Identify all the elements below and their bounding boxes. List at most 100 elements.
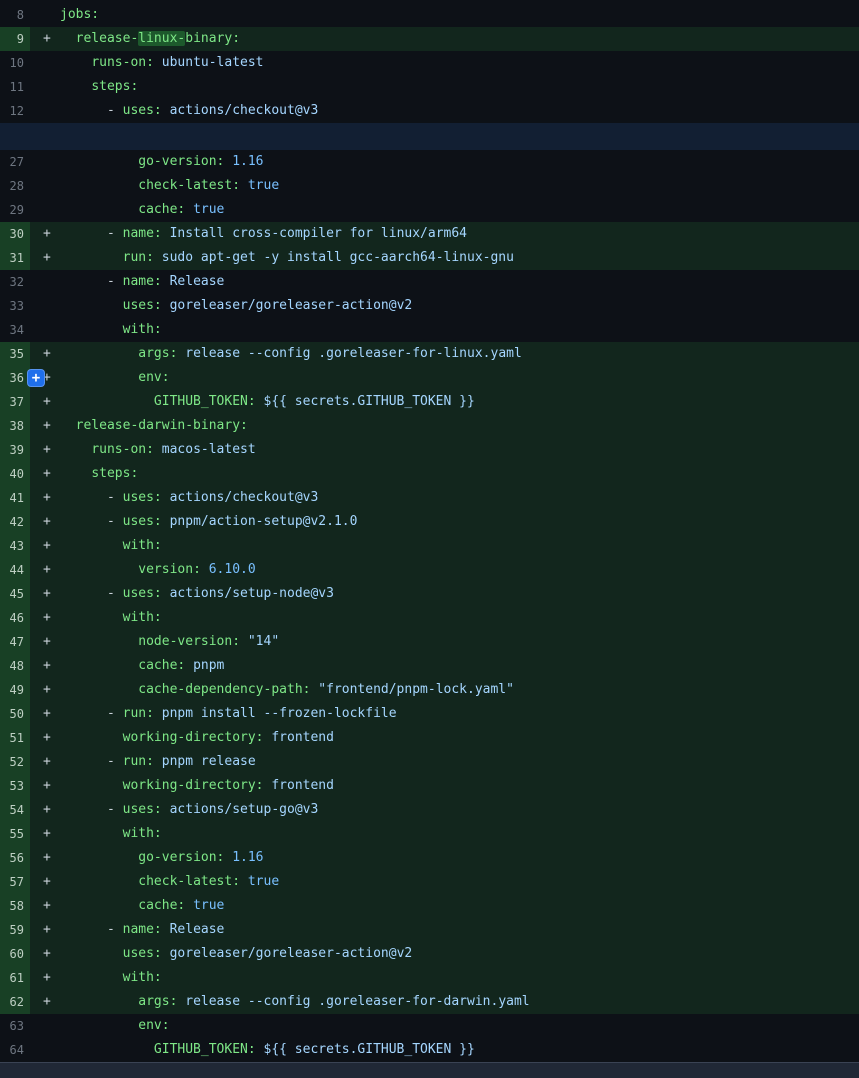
code-text: - uses: actions/checkout@v3 xyxy=(60,486,859,510)
code-text: check-latest: true xyxy=(60,870,859,894)
line-number[interactable]: 41 xyxy=(0,486,30,510)
code-text: with: xyxy=(60,966,859,990)
line-number[interactable]: 53 xyxy=(0,774,30,798)
line-number[interactable]: 60 xyxy=(0,942,30,966)
code-text: go-version: 1.16 xyxy=(60,846,859,870)
code-text: working-directory: frontend xyxy=(60,726,859,750)
added-line-marker: + xyxy=(30,27,60,51)
added-line-marker: + xyxy=(30,846,60,870)
line-number[interactable]: 33 xyxy=(0,294,30,318)
line-number[interactable]: 64 xyxy=(0,1038,30,1062)
line-number[interactable]: 61 xyxy=(0,966,30,990)
line-number[interactable]: 58 xyxy=(0,894,30,918)
diff-line-47: 47+ node-version: "14" xyxy=(0,630,859,654)
line-number[interactable]: 57 xyxy=(0,870,30,894)
diff-line-33: 33 uses: goreleaser/goreleaser-action@v2 xyxy=(0,294,859,318)
context-line-marker xyxy=(30,294,60,318)
line-number[interactable]: 35 xyxy=(0,342,30,366)
diff-line-41: 41+ - uses: actions/checkout@v3 xyxy=(0,486,859,510)
line-number[interactable]: 12 xyxy=(0,99,30,123)
context-line-marker xyxy=(30,3,60,27)
diff-line-44: 44+ version: 6.10.0 xyxy=(0,558,859,582)
diff-line-57: 57+ check-latest: true xyxy=(0,870,859,894)
line-number[interactable]: 52 xyxy=(0,750,30,774)
line-number[interactable]: 55 xyxy=(0,822,30,846)
context-line-marker xyxy=(30,270,60,294)
added-line-marker: + xyxy=(30,822,60,846)
line-number[interactable]: 27 xyxy=(0,150,30,174)
line-number[interactable]: 47 xyxy=(0,630,30,654)
added-line-marker: + xyxy=(30,894,60,918)
diff-view: 8jobs:9+ release-linux-binary:10 runs-on… xyxy=(0,0,859,1062)
diff-line-31: 31+ run: sudo apt-get -y install gcc-aar… xyxy=(0,246,859,270)
code-text: - uses: actions/checkout@v3 xyxy=(60,99,859,123)
line-number[interactable]: 8 xyxy=(0,3,30,27)
added-line-marker: + xyxy=(30,486,60,510)
line-number[interactable]: 36 xyxy=(0,366,30,390)
line-number[interactable]: 48 xyxy=(0,654,30,678)
added-line-marker: + xyxy=(30,870,60,894)
code-text: - uses: actions/setup-go@v3 xyxy=(60,798,859,822)
line-number[interactable]: 31 xyxy=(0,246,30,270)
code-text: run: sudo apt-get -y install gcc-aarch64… xyxy=(60,246,859,270)
diff-line-36: 36+ env:+ xyxy=(0,366,859,390)
line-number[interactable]: 44 xyxy=(0,558,30,582)
line-number[interactable]: 32 xyxy=(0,270,30,294)
diff-line-42: 42+ - uses: pnpm/action-setup@v2.1.0 xyxy=(0,510,859,534)
diff-line-27: 27 go-version: 1.16 xyxy=(0,150,859,174)
diff-line-32: 32 - name: Release xyxy=(0,270,859,294)
diff-line-58: 58+ cache: true xyxy=(0,894,859,918)
added-line-marker: + xyxy=(30,534,60,558)
line-number[interactable]: 45 xyxy=(0,582,30,606)
line-number[interactable]: 39 xyxy=(0,438,30,462)
added-line-marker: + xyxy=(30,222,60,246)
add-comment-button[interactable]: + xyxy=(27,369,45,387)
context-line-marker xyxy=(30,51,60,75)
diff-line-54: 54+ - uses: actions/setup-go@v3 xyxy=(0,798,859,822)
line-number[interactable]: 46 xyxy=(0,606,30,630)
line-number[interactable]: 59 xyxy=(0,918,30,942)
diff-line-50: 50+ - run: pnpm install --frozen-lockfil… xyxy=(0,702,859,726)
line-number[interactable]: 49 xyxy=(0,678,30,702)
line-number[interactable]: 40 xyxy=(0,462,30,486)
diff-line-37: 37+ GITHUB_TOKEN: ${{ secrets.GITHUB_TOK… xyxy=(0,390,859,414)
expand-hunk-band[interactable] xyxy=(0,123,859,150)
diff-line-62: 62+ args: release --config .goreleaser-f… xyxy=(0,990,859,1014)
code-text: version: 6.10.0 xyxy=(60,558,859,582)
line-number[interactable]: 29 xyxy=(0,198,30,222)
added-line-marker: + xyxy=(30,582,60,606)
line-number[interactable]: 43 xyxy=(0,534,30,558)
added-line-marker: + xyxy=(30,438,60,462)
line-number[interactable]: 42 xyxy=(0,510,30,534)
added-line-marker: + xyxy=(30,390,60,414)
added-line-marker: + xyxy=(30,726,60,750)
line-number[interactable]: 56 xyxy=(0,846,30,870)
line-number[interactable]: 62 xyxy=(0,990,30,1014)
code-text: node-version: "14" xyxy=(60,630,859,654)
code-text: GITHUB_TOKEN: ${{ secrets.GITHUB_TOKEN }… xyxy=(60,1038,859,1062)
line-number[interactable]: 9 xyxy=(0,27,30,51)
line-number[interactable]: 63 xyxy=(0,1014,30,1038)
line-number[interactable]: 50 xyxy=(0,702,30,726)
line-number[interactable]: 51 xyxy=(0,726,30,750)
line-number[interactable]: 37 xyxy=(0,390,30,414)
code-text: cache: true xyxy=(60,894,859,918)
line-number[interactable]: 30 xyxy=(0,222,30,246)
line-number[interactable]: 28 xyxy=(0,174,30,198)
diff-line-60: 60+ uses: goreleaser/goreleaser-action@v… xyxy=(0,942,859,966)
code-text: with: xyxy=(60,822,859,846)
code-text: - name: Release xyxy=(60,918,859,942)
code-text: steps: xyxy=(60,75,859,99)
diff-line-46: 46+ with: xyxy=(0,606,859,630)
line-number[interactable]: 11 xyxy=(0,75,30,99)
added-line-marker: + xyxy=(30,750,60,774)
diff-line-8: 8jobs: xyxy=(0,3,859,27)
line-number[interactable]: 10 xyxy=(0,51,30,75)
line-number[interactable]: 38 xyxy=(0,414,30,438)
diff-line-43: 43+ with: xyxy=(0,534,859,558)
line-number[interactable]: 34 xyxy=(0,318,30,342)
line-number[interactable]: 54 xyxy=(0,798,30,822)
code-text: with: xyxy=(60,606,859,630)
diff-line-40: 40+ steps: xyxy=(0,462,859,486)
diff-line-48: 48+ cache: pnpm xyxy=(0,654,859,678)
